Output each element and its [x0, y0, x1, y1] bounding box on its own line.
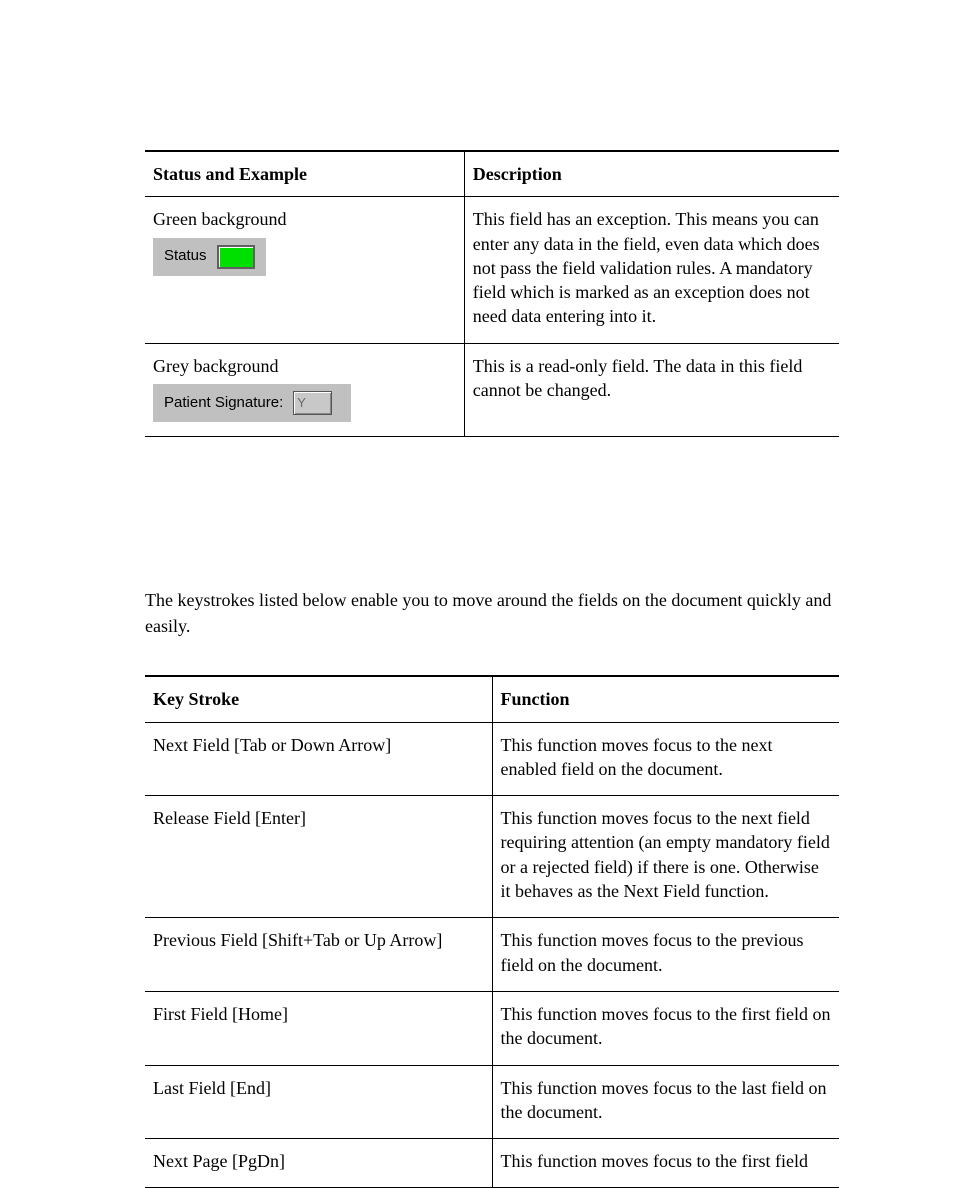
table-row: Green background Status This field has a… [145, 197, 839, 343]
intro-paragraph: The keystrokes listed below enable you t… [145, 587, 839, 639]
status-widget-readonly: Patient Signature: Y [153, 384, 351, 422]
function-cell: This function moves focus to the previou… [492, 918, 839, 992]
function-cell: This function moves focus to the first f… [492, 991, 839, 1065]
table-row: Next Page [PgDn] This function moves foc… [145, 1139, 839, 1188]
function-cell: This function moves focus to the next fi… [492, 796, 839, 918]
function-cell: This function moves focus to the next en… [492, 722, 839, 796]
function-header: Function [492, 676, 839, 722]
table-row: Previous Field [Shift+Tab or Up Arrow] T… [145, 918, 839, 992]
function-cell: This function moves focus to the first f… [492, 1139, 839, 1188]
readonly-field-icon: Y [293, 391, 332, 415]
table-row: First Field [Home] This function moves f… [145, 991, 839, 1065]
keystroke-header: Key Stroke [145, 676, 492, 722]
status-description: This is a read-only field. The data in t… [464, 343, 839, 436]
function-cell: This function moves focus to the last fi… [492, 1065, 839, 1139]
green-swatch-icon [217, 245, 255, 269]
document-page: Status and Example Description Green bac… [0, 0, 954, 1165]
keystroke-table: Key Stroke Function Next Field [Tab or D… [145, 675, 839, 1188]
keystroke-cell: Release Field [Enter] [145, 796, 492, 918]
status-header: Status and Example [145, 151, 464, 197]
keystroke-cell: First Field [Home] [145, 991, 492, 1065]
status-title: Grey background [153, 354, 456, 378]
widget-label: Patient Signature: [164, 393, 283, 413]
description-header: Description [464, 151, 839, 197]
table-row: Grey background Patient Signature: Y Thi… [145, 343, 839, 436]
keystroke-cell: Next Page [PgDn] [145, 1139, 492, 1188]
status-title: Green background [153, 207, 456, 231]
table-row: Next Field [Tab or Down Arrow] This func… [145, 722, 839, 796]
status-widget-green: Status [153, 238, 266, 276]
status-table: Status and Example Description Green bac… [145, 150, 839, 437]
keystroke-cell: Previous Field [Shift+Tab or Up Arrow] [145, 918, 492, 992]
table-row: Release Field [Enter] This function move… [145, 796, 839, 918]
widget-label: Status [164, 246, 207, 266]
keystroke-cell: Next Field [Tab or Down Arrow] [145, 722, 492, 796]
keystroke-cell: Last Field [End] [145, 1065, 492, 1139]
table-row: Last Field [End] This function moves foc… [145, 1065, 839, 1139]
status-description: This field has an exception. This means … [464, 197, 839, 343]
